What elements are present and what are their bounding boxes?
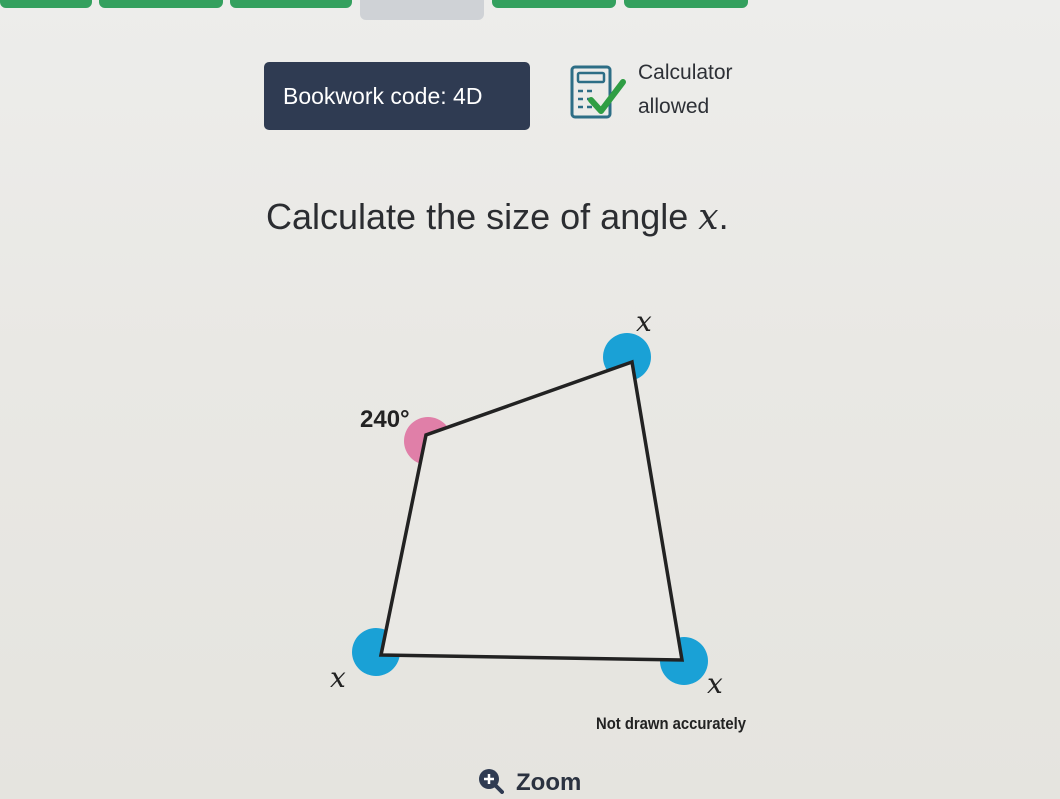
label-angle-top-left: 240°: [360, 406, 410, 433]
label-angle-bottom-right: x: [707, 667, 723, 700]
label-angle-top-right: x: [636, 305, 652, 338]
zoom-button[interactable]: Zoom: [478, 768, 581, 799]
quadrilateral-shape: [378, 359, 685, 662]
zoom-in-icon: [479, 769, 504, 794]
label-angle-bottom-left: x: [330, 661, 346, 694]
not-drawn-accurately-note: Not drawn accurately: [596, 714, 746, 733]
zoom-label: Zoom: [516, 769, 582, 796]
quadrilateral-diagram: x 240° x x Not drawn accurately: [330, 305, 746, 733]
